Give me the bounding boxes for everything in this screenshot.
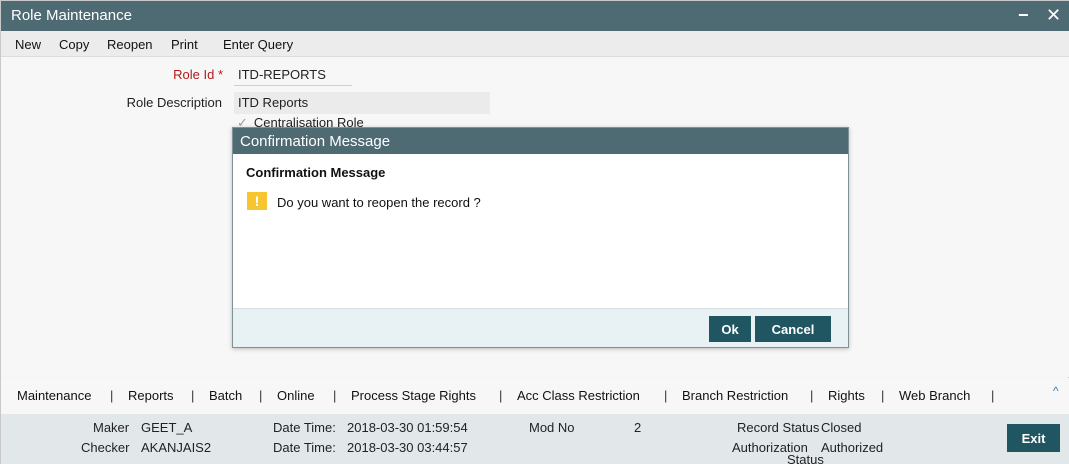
tab-separator: | bbox=[110, 388, 114, 403]
dialog-message: Do you want to reopen the record ? bbox=[277, 195, 481, 210]
record-status-label: Record Status bbox=[737, 420, 820, 435]
tab-acc-class-restriction[interactable]: Acc Class Restriction bbox=[517, 388, 640, 403]
audit-status-bar: Maker GEET_A Checker AKANJAIS2 Date Time… bbox=[1, 414, 1069, 464]
tab-web-branch[interactable]: Web Branch bbox=[899, 388, 970, 403]
maker-datetime-label: Date Time: bbox=[273, 420, 336, 435]
tab-separator: | bbox=[810, 388, 814, 403]
minimize-icon[interactable]: − bbox=[1018, 4, 1029, 26]
authorization-status-label-line2: Status bbox=[787, 452, 824, 464]
tab-process-stage-rights[interactable]: Process Stage Rights bbox=[351, 388, 476, 403]
checker-datetime-label: Date Time: bbox=[273, 440, 336, 455]
tab-separator: | bbox=[259, 388, 263, 403]
checker-datetime-value: 2018-03-30 03:44:57 bbox=[347, 440, 468, 455]
tab-separator: | bbox=[881, 388, 885, 403]
role-id-field[interactable]: ITD-REPORTS bbox=[234, 64, 352, 86]
role-id-label-text: Role Id bbox=[173, 67, 215, 82]
menu-print[interactable]: Print bbox=[171, 37, 198, 52]
collapse-icon[interactable]: ^ bbox=[1053, 384, 1059, 398]
checker-label: Checker bbox=[81, 440, 130, 455]
mod-no-label: Mod No bbox=[529, 420, 575, 435]
exit-button[interactable]: Exit bbox=[1007, 424, 1060, 452]
maker-label: Maker bbox=[93, 420, 130, 435]
tab-separator: | bbox=[191, 388, 195, 403]
tab-separator: | bbox=[991, 388, 995, 403]
required-marker: * bbox=[217, 67, 223, 82]
dialog-body: Confirmation Message ! Do you want to re… bbox=[233, 154, 848, 308]
tab-separator: | bbox=[664, 388, 668, 403]
maker-value: GEET_A bbox=[141, 420, 193, 435]
role-description-field[interactable]: ITD Reports bbox=[234, 92, 490, 114]
close-icon[interactable]: ✕ bbox=[1046, 4, 1061, 26]
tab-separator: | bbox=[333, 388, 337, 403]
cancel-button[interactable]: Cancel bbox=[755, 316, 831, 342]
tab-bar: Maintenance | Reports | Batch | Online |… bbox=[1, 378, 1069, 414]
warning-icon: ! bbox=[247, 192, 267, 210]
role-id-label: Role Id * bbox=[131, 67, 223, 82]
dialog-heading: Confirmation Message bbox=[246, 165, 386, 180]
mod-no-value: 2 bbox=[634, 420, 642, 435]
menu-bar: New Copy Reopen Print Enter Query bbox=[1, 31, 1069, 57]
tab-separator: | bbox=[499, 388, 503, 403]
role-description-label: Role Description bbox=[126, 95, 222, 110]
tab-branch-restriction[interactable]: Branch Restriction bbox=[682, 388, 788, 403]
window-title: Role Maintenance bbox=[11, 7, 132, 24]
menu-enter-query[interactable]: Enter Query bbox=[223, 37, 293, 52]
menu-new[interactable]: New bbox=[15, 37, 41, 52]
ok-button[interactable]: Ok bbox=[709, 316, 751, 342]
menu-reopen[interactable]: Reopen bbox=[107, 37, 153, 52]
tab-batch[interactable]: Batch bbox=[209, 388, 242, 403]
tab-rights[interactable]: Rights bbox=[828, 388, 865, 403]
checker-value: AKANJAIS2 bbox=[141, 440, 212, 455]
tab-maintenance[interactable]: Maintenance bbox=[17, 388, 91, 403]
role-maintenance-window: Role Maintenance − ✕ New Copy Reopen Pri… bbox=[0, 0, 1069, 464]
title-bar: Role Maintenance − ✕ bbox=[1, 1, 1069, 31]
tab-reports[interactable]: Reports bbox=[128, 388, 174, 403]
authorization-status-value: Authorized bbox=[821, 440, 884, 455]
menu-copy[interactable]: Copy bbox=[59, 37, 89, 52]
record-status-value: Closed bbox=[821, 420, 862, 435]
confirmation-dialog: Confirmation Message Confirmation Messag… bbox=[232, 127, 849, 348]
dialog-title: Confirmation Message bbox=[233, 128, 848, 154]
maker-datetime-value: 2018-03-30 01:59:54 bbox=[347, 420, 468, 435]
dialog-footer: Ok Cancel bbox=[233, 308, 848, 347]
tab-online[interactable]: Online bbox=[277, 388, 315, 403]
